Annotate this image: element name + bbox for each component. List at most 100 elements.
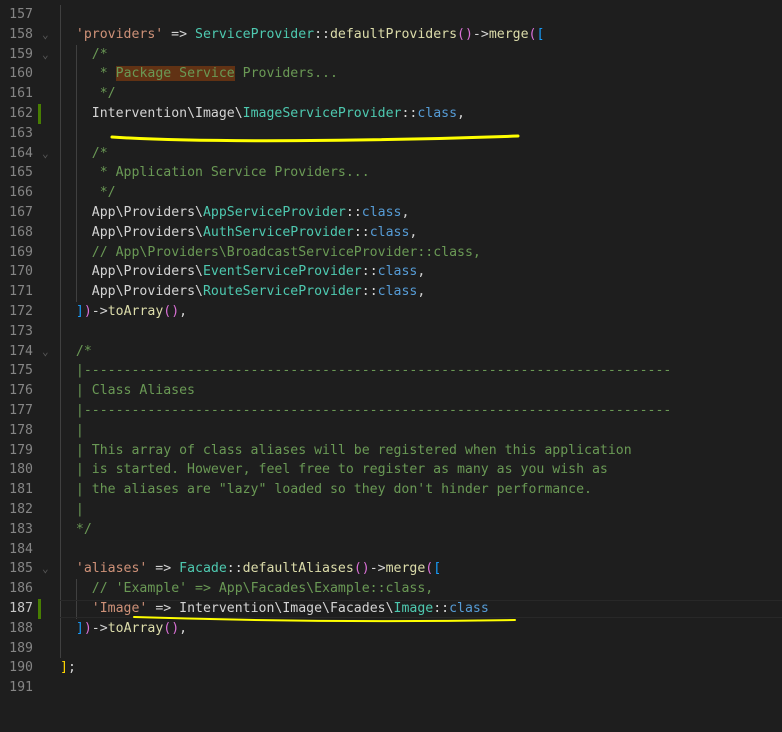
code-token: | the aliases are "lazy" loaded so they … <box>75 482 592 498</box>
line-number: 180 <box>9 462 33 478</box>
code-token: () <box>163 304 180 319</box>
code-content: 'aliases' => Facade::defaultAliases()->m… <box>76 559 441 579</box>
code-line-178[interactable]: 178 | <box>0 421 782 441</box>
code-line-160[interactable]: 160 * Package Service Providers... <box>0 64 782 84</box>
code-line-170[interactable]: 170 App\Providers\EventServiceProvider::c… <box>0 262 782 282</box>
line-number: 190 <box>9 660 33 676</box>
line-number: 181 <box>9 482 33 498</box>
code-token: () <box>457 26 473 42</box>
code-line-177[interactable]: 177 |------------------------------------… <box>0 401 782 421</box>
code-line-180[interactable]: 180 | is started. However, feel free to r… <box>0 460 782 480</box>
code-line-164[interactable]: 164 ⌄ /* <box>0 144 782 164</box>
code-line-171[interactable]: 171 App\Providers\RouteServiceProvider::c… <box>0 282 782 302</box>
code-token: Intervention\Image\Facades\ <box>179 601 394 616</box>
code-token: , <box>417 264 426 280</box>
line-number: 175 <box>9 363 33 379</box>
modified-line-marker <box>38 599 41 619</box>
code-token: * <box>91 66 116 82</box>
code-token: [ <box>536 26 545 42</box>
code-token: class <box>361 205 402 220</box>
fold-chevron-icon[interactable]: ⌄ <box>42 144 49 164</box>
code-token: :: <box>226 561 243 577</box>
code-line-186[interactable]: 186 // 'Example' => App\Facades\Example::… <box>0 579 782 599</box>
code-token: defaultProviders <box>329 26 458 42</box>
fold-chevron-icon[interactable]: ⌄ <box>42 25 49 45</box>
code-line-162[interactable]: 162 Intervention\Image\ImageServiceProvid… <box>0 104 782 124</box>
code-token: | <box>75 422 84 438</box>
code-line-181[interactable]: 181 | the aliases are "lazy" loaded so th… <box>0 480 782 500</box>
code-token: ] <box>60 660 68 676</box>
code-line-187[interactable]: 187 'Image' => Intervention\Image\Facades… <box>0 599 782 619</box>
code-line-189[interactable]: 189 <box>0 639 782 659</box>
line-number: 173 <box>9 323 33 339</box>
line-number: 157 <box>9 7 33 22</box>
code-token: ] <box>75 620 84 636</box>
code-content: /* <box>92 144 108 164</box>
code-token: [ <box>433 561 442 577</box>
code-token: Intervention\Image\ <box>91 106 243 121</box>
code-token: |---------------------------------------… <box>75 363 672 379</box>
code-line-175[interactable]: 175 |------------------------------------… <box>0 361 782 381</box>
code-line-158[interactable]: 158 ⌄ 'providers' => ServiceProvider::defa… <box>0 25 782 45</box>
line-number: 171 <box>9 284 33 300</box>
line-number: 178 <box>9 422 33 438</box>
code-content: App\Providers\EventServiceProvider::clas… <box>92 262 426 282</box>
line-number: 166 <box>9 185 33 201</box>
code-line-179[interactable]: 179 | This array of class aliases will be… <box>0 441 782 461</box>
code-token: AppServiceProvider <box>202 205 346 220</box>
code-line-185[interactable]: 185 ⌄ 'aliases' => Facade::defaultAliases(… <box>0 559 782 579</box>
modified-line-marker <box>38 104 41 124</box>
line-number: 177 <box>9 403 33 418</box>
code-line-188[interactable]: 188])->toArray(), <box>0 619 782 639</box>
code-line-166[interactable]: 166 */ <box>0 183 782 203</box>
code-line-163[interactable]: 163 <box>0 124 782 144</box>
code-line-169[interactable]: 169 // App\Providers\BroadcastServiceProv… <box>0 243 782 263</box>
code-token: , <box>401 205 410 220</box>
code-token: :: <box>433 601 450 616</box>
code-token: merge <box>385 561 426 577</box>
code-line-184[interactable]: 184 <box>0 540 782 560</box>
code-line-183[interactable]: 183 */ <box>0 520 782 540</box>
line-number: 172 <box>9 304 33 319</box>
line-number: 179 <box>9 442 33 458</box>
code-editor[interactable]: 157 158 ⌄'providers' => ServiceProvider::d… <box>0 0 782 732</box>
code-token: merge <box>488 26 529 42</box>
code-line-176[interactable]: 176 | Class Aliases <box>0 381 782 401</box>
code-line-190[interactable]: 190]; <box>0 658 782 678</box>
code-line-172[interactable]: 172])->toArray(), <box>0 302 782 322</box>
code-token: defaultAliases <box>242 561 354 577</box>
code-line-167[interactable]: 167 App\Providers\AppServiceProvider::cla… <box>0 203 782 223</box>
code-token: class <box>417 106 458 121</box>
code-token: /* <box>75 343 92 359</box>
code-content: // 'Example' => App\Facades\Example::cla… <box>92 579 433 599</box>
code-line-161[interactable]: 161 */ <box>0 84 782 104</box>
code-token: 'providers' <box>75 26 164 42</box>
line-number: 164 <box>9 145 33 161</box>
code-line-174[interactable]: 174 ⌄ /* <box>0 342 782 362</box>
line-number: 188 <box>9 620 33 636</box>
code-token: () <box>163 620 180 636</box>
code-token: :: <box>353 224 370 240</box>
code-token: 'Image' <box>91 601 148 616</box>
fold-chevron-icon[interactable]: ⌄ <box>42 559 49 579</box>
code-line-182[interactable]: 182 | <box>0 500 782 520</box>
code-token: EventServiceProvider <box>202 264 362 280</box>
code-line-165[interactable]: 165 * Application Service Providers... <box>0 163 782 183</box>
code-token: ] <box>75 304 84 319</box>
code-line-157[interactable]: 157 <box>0 5 782 25</box>
code-line-173[interactable]: 173 <box>0 322 782 342</box>
code-token: :: <box>345 205 362 220</box>
fold-chevron-icon[interactable]: ⌄ <box>42 342 49 362</box>
code-token: AuthServiceProvider <box>202 224 354 240</box>
code-content: | <box>76 421 84 441</box>
code-token: :: <box>361 284 378 300</box>
code-line-191[interactable]: 191 <box>0 678 782 698</box>
code-token: () <box>353 561 370 577</box>
code-content: */ <box>92 84 116 104</box>
code-line-168[interactable]: 168 App\Providers\AuthServiceProvider::cl… <box>0 223 782 243</box>
fold-chevron-icon[interactable]: ⌄ <box>42 45 49 65</box>
code-token: | is started. However, feel free to regi… <box>75 462 608 478</box>
code-content: | Class Aliases <box>76 381 195 401</box>
line-number: 191 <box>9 680 33 696</box>
code-line-159[interactable]: 159 ⌄ /* <box>0 45 782 65</box>
